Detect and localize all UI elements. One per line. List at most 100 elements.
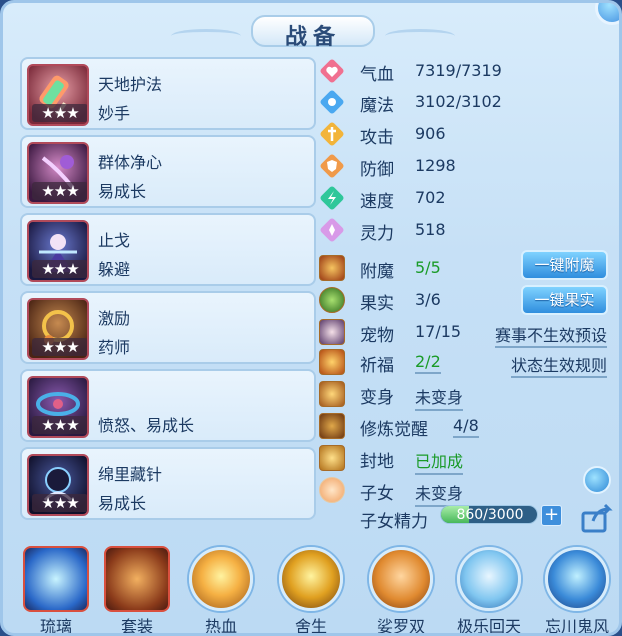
- stat-value: 1298: [415, 156, 456, 175]
- stat-value: 3102/3102: [415, 92, 502, 111]
- match-preset-link[interactable]: 赛事不生效预设: [495, 322, 608, 348]
- rexue-icon: [189, 547, 253, 611]
- slot-label: 套装: [120, 617, 153, 636]
- one-click-fruit-button[interactable]: 一键果实: [521, 285, 608, 315]
- child-energy-bar: 860/3000: [440, 505, 538, 524]
- shield-icon: [320, 154, 344, 178]
- bonus-value[interactable]: 2/2: [415, 352, 441, 374]
- stat-value: 7319/7319: [415, 61, 502, 80]
- bonus-label: 封地: [360, 452, 394, 472]
- cultivation-icon: [319, 413, 345, 439]
- stat-row-spirit: 灵力 518: [315, 215, 615, 245]
- bonus-value[interactable]: 未变身: [415, 480, 464, 507]
- skill-tag: 易成长: [98, 182, 147, 201]
- skill-name: 止戈: [98, 231, 131, 250]
- close-icon[interactable]: [595, 3, 619, 25]
- refresh-icon[interactable]: [583, 466, 611, 494]
- slot-shesheng[interactable]: [275, 543, 347, 615]
- slot-label: 舍生: [294, 617, 327, 636]
- mana-icon: [320, 90, 344, 114]
- stat-value: 518: [415, 220, 446, 239]
- fruit-icon: [319, 287, 345, 313]
- skill-tag: 易成长: [98, 494, 147, 513]
- skill-tag: 妙手: [98, 104, 131, 123]
- pet-icon: [319, 319, 345, 345]
- skill-icon-inspire: ★★★: [27, 298, 89, 360]
- one-click-enchant-button[interactable]: 一键附魔: [521, 250, 608, 280]
- bonus-row-cultivation: 修炼觉醒 4/8: [315, 411, 615, 441]
- skill-card[interactable]: ★★★ 天地护法 妙手: [20, 57, 316, 130]
- slot-label: 忘川鬼风: [544, 617, 609, 636]
- slot-liuli[interactable]: [20, 543, 92, 615]
- wangchuanguifeng-icon: [545, 547, 609, 611]
- stat-label: 气血: [360, 65, 394, 85]
- slot-label: 娑罗双: [376, 617, 425, 636]
- bonus-label: 祈福: [360, 356, 394, 376]
- bonus-value: 3/6: [415, 290, 441, 309]
- slot-suoluoshuang[interactable]: [365, 543, 437, 615]
- stat-label: 防御: [360, 160, 394, 180]
- star-rating: ★★★: [32, 416, 87, 434]
- title-ornament-right: [385, 29, 455, 43]
- bonus-value: 17/15: [415, 322, 462, 341]
- bonus-label: 子女: [360, 484, 394, 504]
- skill-card[interactable]: ★★★ 激励 药师: [20, 291, 316, 364]
- bonus-value[interactable]: 未变身: [415, 384, 464, 411]
- skill-icon-halt: ★★★: [27, 220, 89, 282]
- skill-card[interactable]: ★★★ 止戈 躲避: [20, 213, 316, 286]
- stat-row-defense: 防御 1298: [315, 151, 615, 181]
- bonus-value: 5/5: [415, 258, 441, 277]
- stat-label: 攻击: [360, 128, 394, 148]
- stat-label: 魔法: [360, 96, 394, 116]
- star-rating: ★★★: [32, 260, 87, 278]
- slot-label: 极乐回天: [456, 617, 521, 636]
- shesheng-icon: [279, 547, 343, 611]
- energy-value: 860/3000: [456, 507, 524, 523]
- sword-icon: [320, 122, 344, 146]
- bonus-label: 附魔: [360, 262, 394, 282]
- equipment-panel: 战备 ★★★ 天地护法 妙手 ★★★ 群体净心 易成长 ★★★ 止戈 躲避 ★★…: [0, 0, 622, 636]
- stat-row-hp: 气血 7319/7319: [315, 56, 615, 86]
- skill-card[interactable]: ★★★ 群体净心 易成长: [20, 135, 316, 208]
- bonus-value[interactable]: 4/8: [453, 416, 479, 438]
- add-energy-button[interactable]: +: [541, 505, 562, 526]
- bonus-row-child: 子女 未变身: [315, 475, 615, 507]
- star-rating: ★★★: [32, 182, 87, 200]
- skill-icon-purify: ★★★: [27, 142, 89, 204]
- speed-icon: [320, 186, 344, 210]
- stat-value: 906: [415, 124, 446, 143]
- suit-icon: [104, 546, 170, 612]
- skill-icon-popsicle: ★★★: [27, 64, 89, 126]
- skill-name: 绵里藏针: [98, 465, 163, 484]
- slot-rexue[interactable]: [185, 543, 257, 615]
- bonus-value[interactable]: 已加成: [415, 448, 464, 475]
- child-energy-label: 子女精力: [360, 512, 428, 532]
- spirit-icon: [320, 218, 344, 242]
- share-icon[interactable]: [581, 503, 613, 533]
- star-rating: ★★★: [32, 494, 87, 512]
- heart-icon: [320, 59, 344, 83]
- slot-wangchuanguifeng[interactable]: [541, 543, 613, 615]
- stat-row-attack: 攻击 906: [315, 119, 615, 149]
- slot-suit[interactable]: [101, 543, 173, 615]
- fief-icon: [319, 445, 345, 471]
- skill-name: 天地护法: [98, 75, 163, 94]
- bonus-label: 修炼觉醒: [360, 420, 428, 440]
- title-bar: 战备: [171, 11, 455, 51]
- status-rules-link[interactable]: 状态生效规则: [511, 352, 608, 378]
- slot-label: 热血: [204, 617, 237, 636]
- bonus-row-transform: 变身 未变身: [315, 379, 615, 411]
- skill-tag: 躲避: [98, 260, 131, 279]
- skill-tag: 药师: [98, 338, 131, 357]
- skill-icon-needle: ★★★: [27, 454, 89, 516]
- skill-name: 群体净心: [98, 153, 163, 172]
- skill-card[interactable]: ★★★ 绵里藏针 易成长: [20, 447, 316, 520]
- star-rating: ★★★: [32, 104, 87, 122]
- slot-jilehuitian[interactable]: [453, 543, 525, 615]
- bonus-row-blessing: 祈福 2/2 状态生效规则: [315, 347, 615, 378]
- blessing-icon: [319, 349, 345, 375]
- skill-icon-rage: ★★★: [27, 376, 89, 438]
- skill-card[interactable]: ★★★ 愤怒、易成长: [20, 369, 316, 442]
- skill-tag: 愤怒、易成长: [98, 416, 195, 435]
- stat-row-mp: 魔法 3102/3102: [315, 87, 615, 117]
